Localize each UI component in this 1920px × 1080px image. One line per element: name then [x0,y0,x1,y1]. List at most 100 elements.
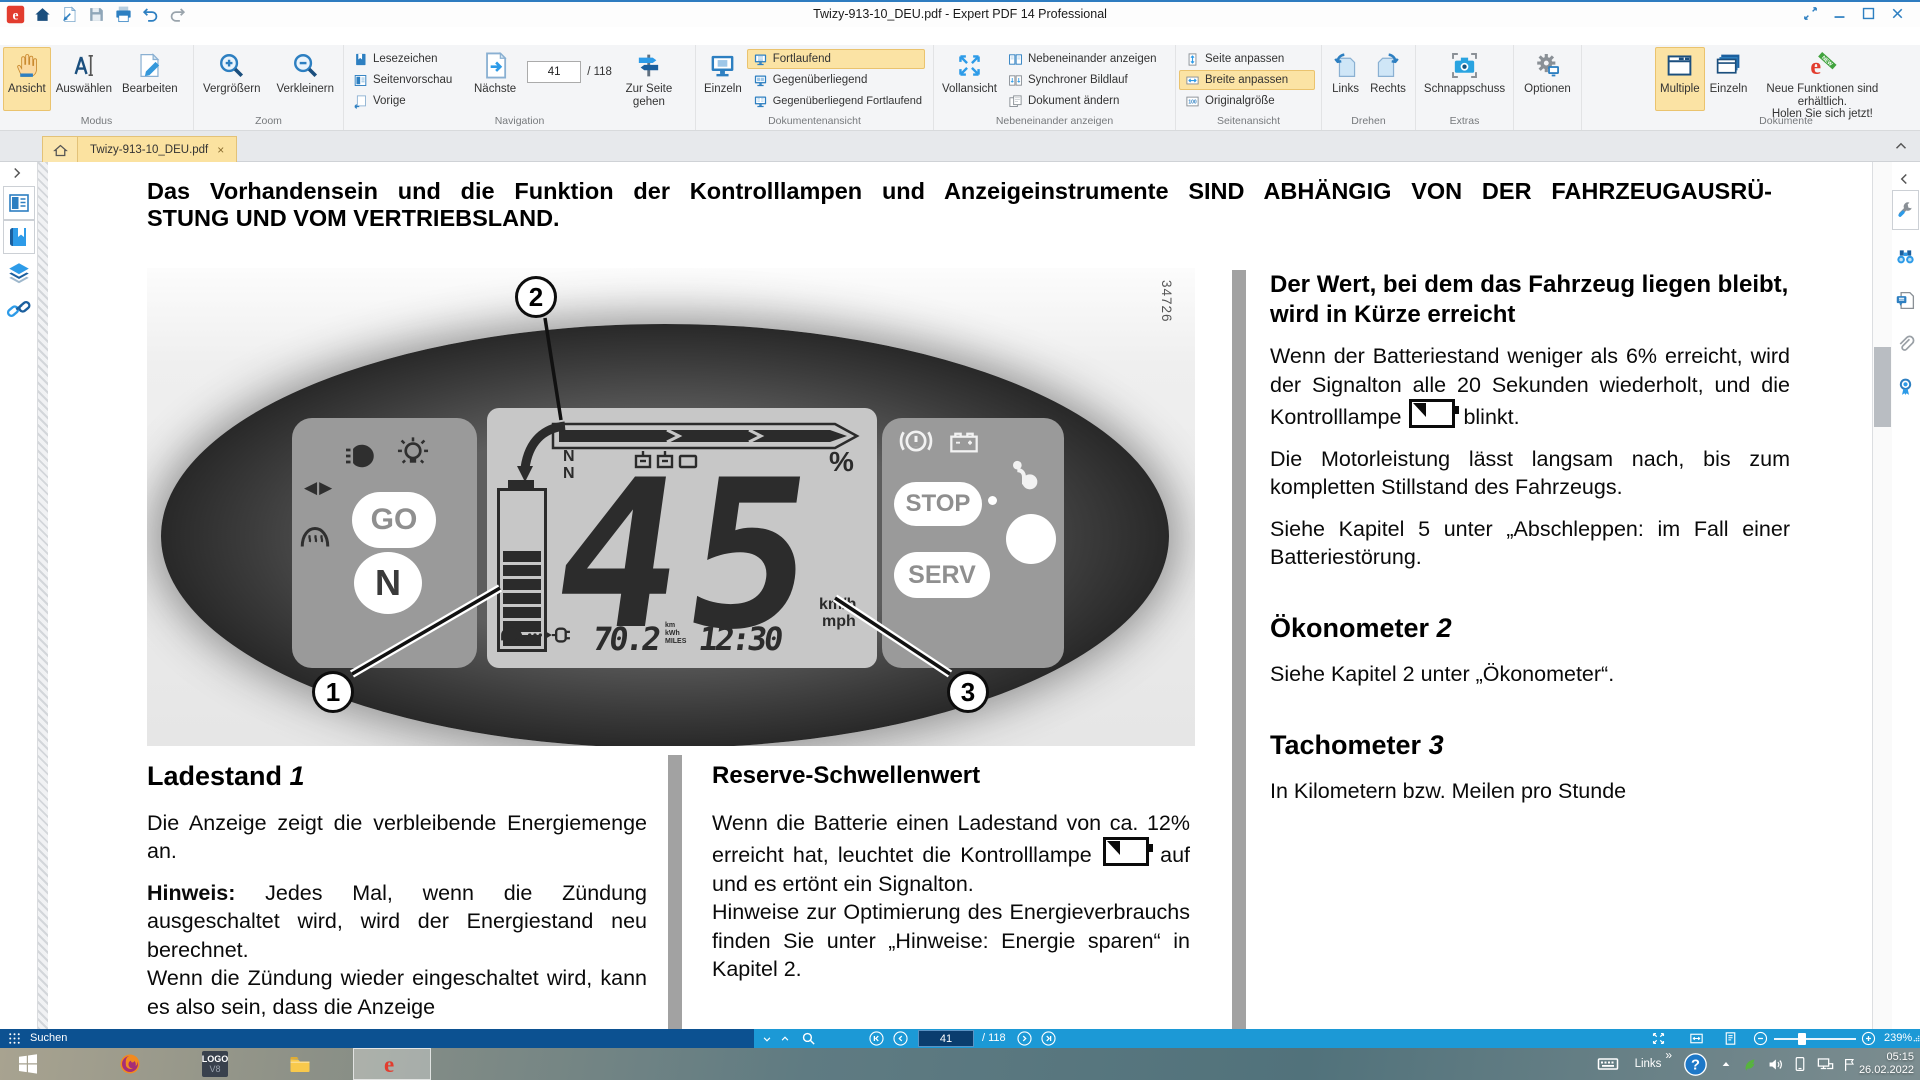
lesezeichen-item[interactable]: Lesezeichen [347,49,469,69]
rotate-right-button[interactable]: Rechts [1365,47,1411,111]
comments-panel-icon[interactable] [1895,290,1916,311]
callout-1: 1 [312,671,354,713]
rotate-left-button[interactable]: Links [1326,47,1365,111]
touch-keyboard-button[interactable] [1592,1048,1624,1080]
last-page-icon[interactable] [1040,1030,1057,1047]
optionen-button[interactable]: Optionen [1519,47,1576,111]
taskbar-explorer-button[interactable] [268,1048,332,1080]
gegenueberliegend-item[interactable]: Gegenüberliegend [747,70,925,90]
panel-splitter[interactable] [38,162,48,1029]
zoom-slider-track[interactable] [1774,1038,1856,1040]
tools-panel-button[interactable] [1892,190,1919,230]
network-icon [1816,1055,1835,1074]
dokument-aendern-item[interactable]: Dokument ändern [1002,91,1170,111]
zoom-out-status-icon[interactable] [1752,1030,1769,1047]
taskbar-logo-v8-button[interactable]: LOGOV8 [183,1048,247,1080]
clock[interactable]: 05:15 26.02.2022 [1859,1051,1914,1077]
einzeln-document-button[interactable]: Einzeln [1705,47,1753,111]
fullscreen-window-icon[interactable] [1802,5,1819,22]
close-window-icon[interactable] [1889,5,1906,22]
network-button[interactable] [1812,1048,1838,1080]
multiple-documents-button[interactable]: Multiple [1655,47,1705,111]
device-button[interactable] [1788,1048,1812,1080]
home-tab[interactable] [42,136,78,163]
collapse-ribbon-icon[interactable] [1892,137,1910,155]
search-panel-icon[interactable] [1895,246,1916,267]
page-thumbnails-icon [7,191,31,215]
einzeln-view-button[interactable]: Einzeln [699,47,747,111]
fit-width-status-icon[interactable] [1688,1030,1705,1047]
start-button[interactable] [6,1048,50,1080]
vorige-item[interactable]: Vorige [347,91,469,111]
nebeneinander-item[interactable]: Nebeneinander anzeigen [1002,49,1170,69]
instrument-cluster-figure: ◀▶ GO N N N [147,268,1195,746]
naechste-button[interactable]: Nächste [469,47,521,111]
group-seitenansicht: Seite anpassen Breite anpassen 100Origin… [1176,45,1322,130]
page-thumbnails-button[interactable] [3,186,35,220]
taskbar-expert-pdf-button[interactable]: e [353,1048,431,1080]
signatures-panel-icon[interactable] [1895,376,1916,397]
figure-number: 34726 [1159,280,1174,323]
layers-panel-icon[interactable] [6,260,32,286]
search-down-icon[interactable] [760,1032,774,1046]
minimize-icon[interactable] [1831,5,1848,22]
volume-button[interactable] [1762,1048,1788,1080]
seitenvorschau-item[interactable]: Seitenvorschau [347,70,469,90]
expand-right-panel-icon[interactable] [1895,170,1913,188]
statusbar: Suchen 41 / 118 239% [0,1029,1920,1048]
links-toolbar[interactable]: Links » [1628,1048,1668,1080]
zoom-slider-handle[interactable] [1798,1033,1806,1045]
statusbar-page-input[interactable]: 41 [918,1030,974,1047]
page-number-input[interactable]: 41 [527,61,581,83]
close-tab-icon[interactable]: × [217,143,224,157]
next-page-icon[interactable] [1016,1030,1033,1047]
schnappschuss-button[interactable]: Schnappschuss [1419,47,1510,111]
neue-funktionen-button[interactable]: eNEWNeue Funktionen sind erhältlich.Hole… [1752,47,1892,111]
vollansicht-button[interactable]: Vollansicht [937,47,1002,111]
links-panel-icon[interactable] [6,296,32,322]
breite-anpassen-item[interactable]: Breite anpassen [1179,70,1315,90]
zoom-in-status-icon[interactable] [1860,1030,1877,1047]
first-page-icon[interactable] [868,1030,885,1047]
ansicht-mode-button[interactable]: Ansicht [3,47,51,111]
indicator-lamp-circle [1006,514,1056,564]
new-features-icon: eNEW [1808,51,1837,80]
bearbeiten-button[interactable]: Bearbeiten [117,47,183,111]
grid-dots-icon[interactable] [6,1030,23,1047]
resize-grip-icon [1908,1030,1920,1047]
document-tab[interactable]: Twizy-913-10_DEU.pdf × [77,136,237,163]
group-zoom: Vergrößern Verkleinern Zoom [194,45,344,130]
document-heading: Das Vorhandensein und die Funktion der K… [147,178,1772,232]
search-icon[interactable] [800,1030,817,1047]
expand-panel-icon[interactable] [8,164,26,182]
fullscreen-icon[interactable] [1650,1030,1667,1047]
fit-page-status-icon[interactable] [1722,1030,1739,1047]
battery-warning-icon [942,426,986,458]
fortlaufend-item[interactable]: Fortlaufend [747,49,925,69]
zoom-out-button[interactable]: Verkleinern [271,47,339,111]
attachments-panel-icon[interactable] [1895,334,1916,355]
taskbar-firefox-button[interactable] [98,1048,162,1080]
search-field[interactable]: Suchen [30,1032,67,1044]
auswaehlen-button[interactable]: Auswählen [51,47,117,111]
seite-anpassen-item[interactable]: Seite anpassen [1179,49,1315,69]
window-title: Twizy-913-10_DEU.pdf - Expert PDF 14 Pro… [0,7,1920,21]
bookmarks-panel-button[interactable] [3,220,35,254]
scrollbar-thumb[interactable] [1874,347,1891,427]
originalgroesse-item[interactable]: 100Originalgröße [1179,91,1315,111]
gegenueberliegend-fortlaufend-item[interactable]: Gegenüberliegend Fortlaufend [747,91,925,111]
show-hidden-icons-button[interactable] [1714,1048,1738,1080]
action-center-button[interactable] [1838,1048,1860,1080]
ribbon: Ansicht Auswählen Bearbeiten Modus Vergr… [0,45,1920,131]
group-extras: Schnappschuss Extras [1416,45,1514,130]
signpost-icon [634,51,663,80]
synchroner-bildlauf-item[interactable]: Synchroner Bildlauf [1002,70,1170,90]
tray-app-button[interactable] [1738,1048,1762,1080]
search-up-icon[interactable] [778,1032,792,1046]
vertical-scrollbar[interactable] [1872,162,1892,1029]
zur-seite-gehen-button[interactable]: Zur Seite gehen [618,47,680,111]
previous-page-icon[interactable] [892,1030,909,1047]
zoom-in-button[interactable]: Vergrößern [198,47,266,111]
help-tray-button[interactable]: ? [1678,1048,1712,1080]
maximize-icon[interactable] [1860,5,1877,22]
